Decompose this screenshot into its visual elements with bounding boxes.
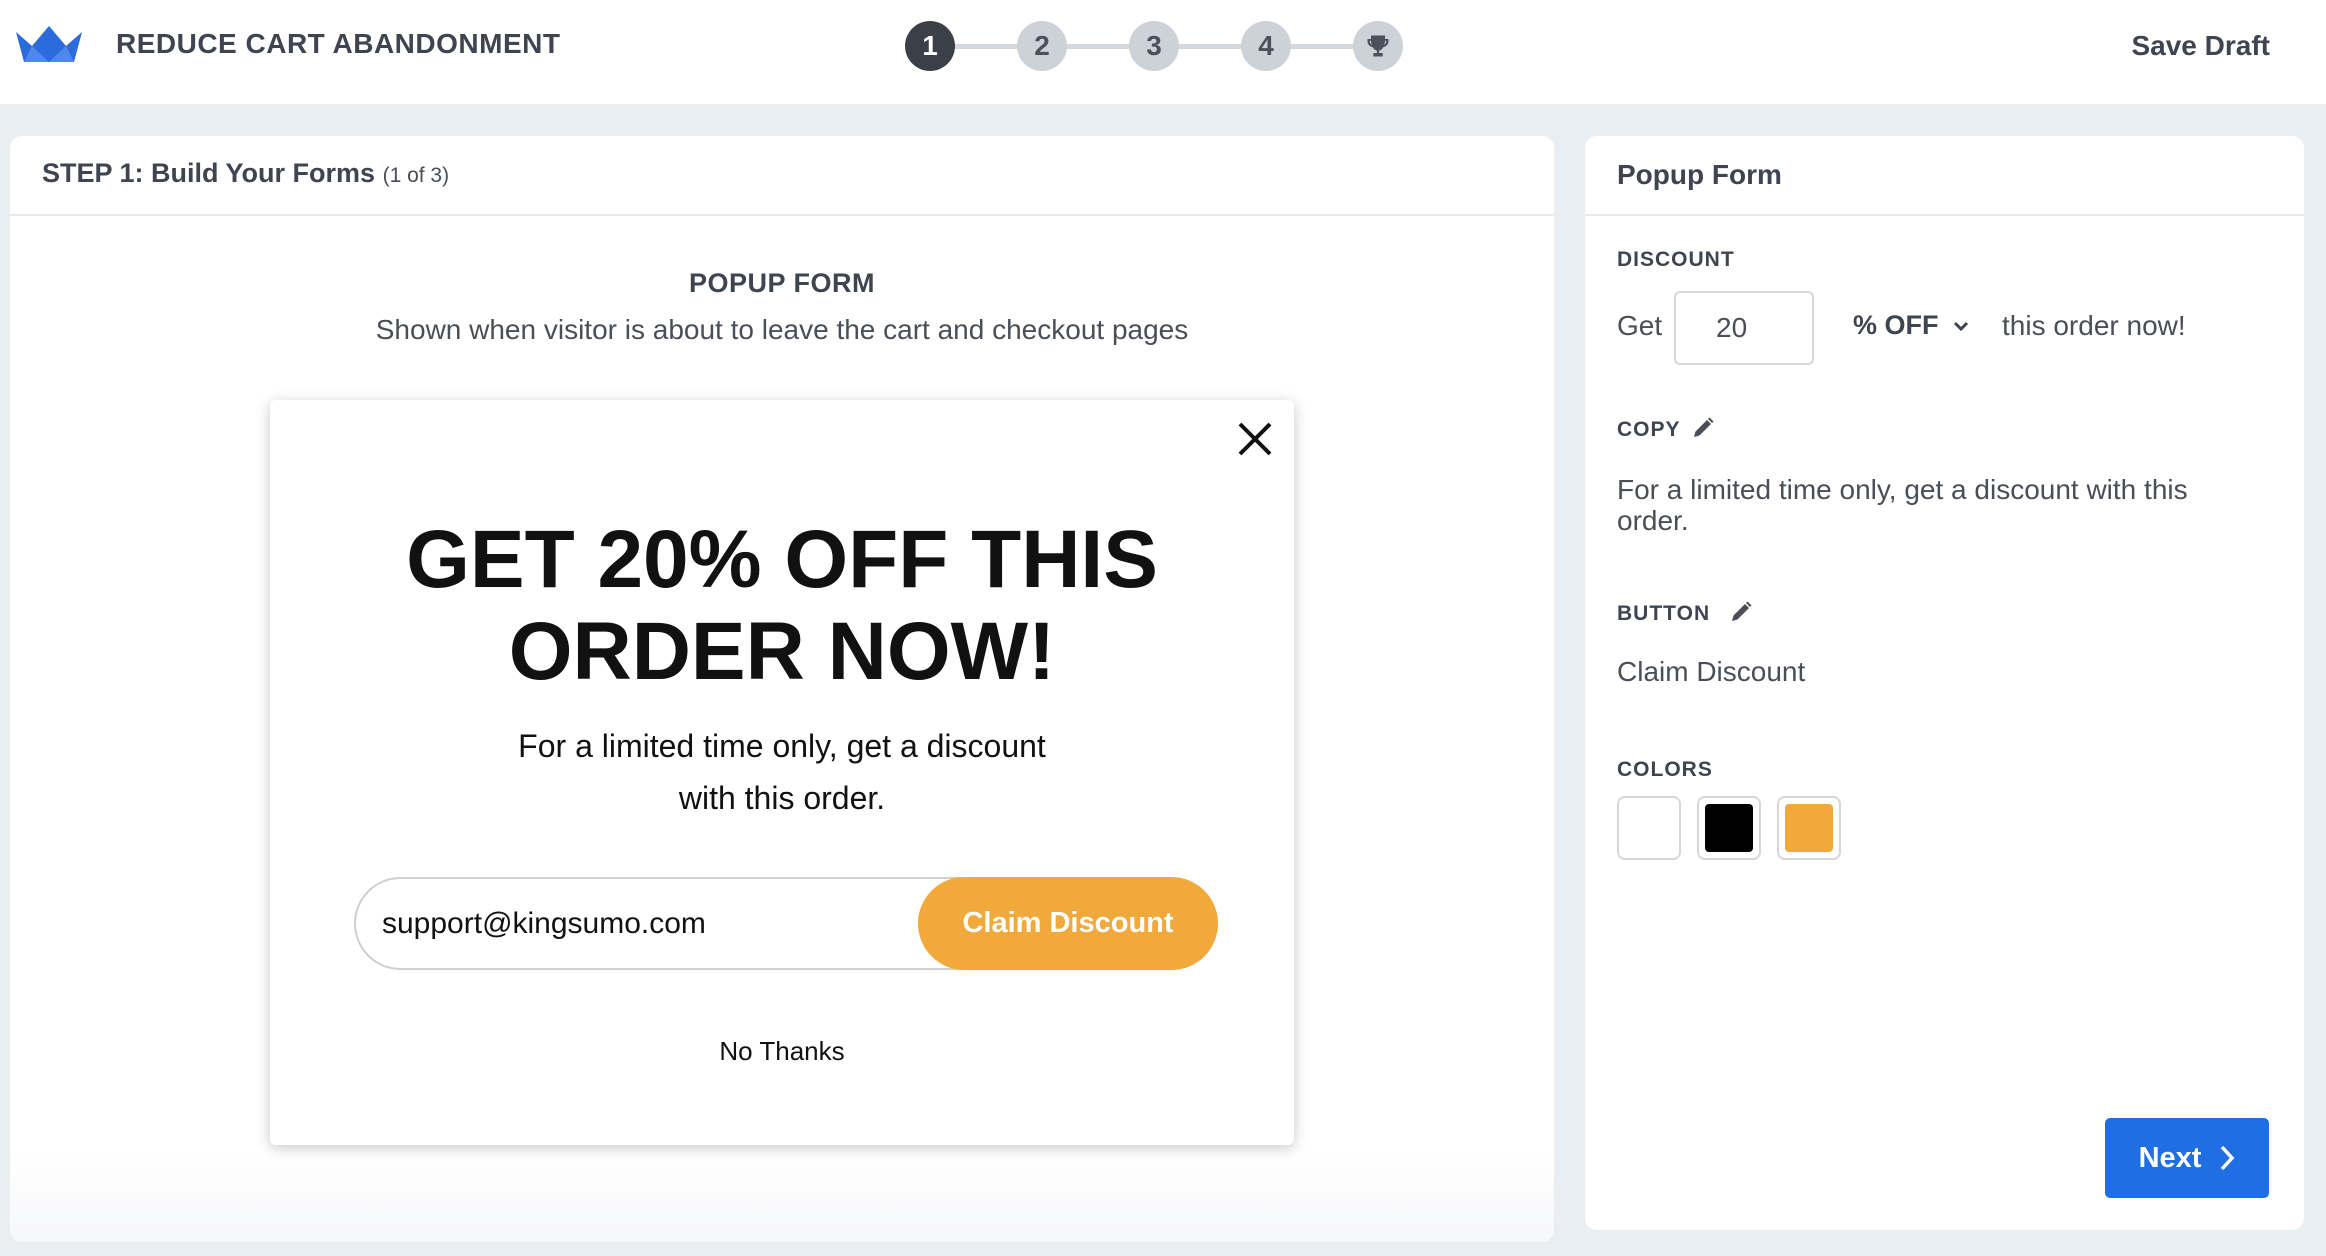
progress-stepper: 1 2 3 4	[905, 21, 1403, 71]
next-button[interactable]: Next	[2105, 1118, 2269, 1198]
step-subtitle: (1 of 3)	[382, 164, 450, 187]
settings-panel: Popup Form DISCOUNT Get % OFF this order…	[1585, 136, 2304, 1230]
chevron-right-icon	[2221, 1145, 2235, 1171]
headline-line-1: GET 20% OFF THIS	[406, 514, 1158, 605]
copy-text[interactable]: For a limited time only, get a discount …	[1617, 474, 2257, 536]
step-header: STEP 1: Build Your Forms (1 of 3)	[10, 136, 1554, 216]
step-3[interactable]: 3	[1129, 21, 1179, 71]
pencil-icon[interactable]	[1729, 600, 1753, 624]
step-finish[interactable]	[1353, 21, 1403, 71]
button-text[interactable]: Claim Discount	[1617, 656, 1805, 688]
discount-type-value: % OFF	[1853, 310, 1939, 340]
pencil-icon[interactable]	[1691, 416, 1715, 440]
discount-input[interactable]	[1674, 291, 1814, 365]
crown-icon	[16, 26, 82, 62]
app-title: REDUCE CART ABANDONMENT	[116, 28, 561, 59]
swatch-fill	[1625, 804, 1673, 852]
trophy-icon	[1367, 35, 1389, 57]
colors-label: COLORS	[1617, 758, 1713, 781]
get-text: Get	[1617, 310, 1663, 341]
button-label: BUTTON	[1617, 602, 1711, 625]
copy-label: COPY	[1617, 418, 1681, 441]
color-swatch-text[interactable]	[1697, 796, 1761, 860]
save-draft-button[interactable]: Save Draft	[2131, 30, 2270, 62]
discount-label: DISCOUNT	[1617, 248, 1735, 271]
chevron-down-icon	[1953, 321, 1968, 331]
top-bar: REDUCE CART ABANDONMENT 1 2 3 4 Save Dra…	[0, 0, 2326, 104]
headline-line-2: ORDER NOW!	[508, 606, 1056, 697]
popup-preview: GET 20% OFF THIS ORDER NOW! For a limite…	[270, 400, 1294, 1145]
email-value: support@kingsumo.com	[382, 907, 706, 940]
swatch-fill	[1705, 804, 1753, 852]
color-swatch-button[interactable]	[1777, 796, 1841, 860]
popup-copy: For a limited time only, get a discount …	[518, 728, 1046, 816]
no-thanks-link[interactable]: No Thanks	[270, 1036, 1294, 1067]
step-title: STEP 1: Build Your Forms	[42, 158, 376, 188]
form-title: POPUP FORM	[688, 268, 876, 298]
step-2[interactable]: 2	[1017, 21, 1067, 71]
discount-type-select[interactable]: % OFF	[1853, 310, 1969, 341]
close-icon[interactable]	[1236, 420, 1274, 458]
form-builder-panel: STEP 1: Build Your Forms (1 of 3) POPUP …	[10, 136, 1554, 1242]
panel-fade	[10, 1152, 1554, 1242]
popup-headline: GET 20% OFF THIS ORDER NOW!	[270, 514, 1294, 698]
next-label: Next	[2138, 1141, 2202, 1174]
color-swatch-background[interactable]	[1617, 796, 1681, 860]
step-4[interactable]: 4	[1241, 21, 1291, 71]
form-description: Shown when visitor is about to leave the…	[375, 314, 1189, 345]
claim-discount-button[interactable]: Claim Discount	[918, 877, 1218, 970]
settings-title: Popup Form	[1585, 136, 2304, 216]
swatch-fill	[1785, 804, 1833, 852]
step-1[interactable]: 1	[905, 21, 955, 71]
discount-suffix: this order now!	[2002, 310, 2186, 341]
